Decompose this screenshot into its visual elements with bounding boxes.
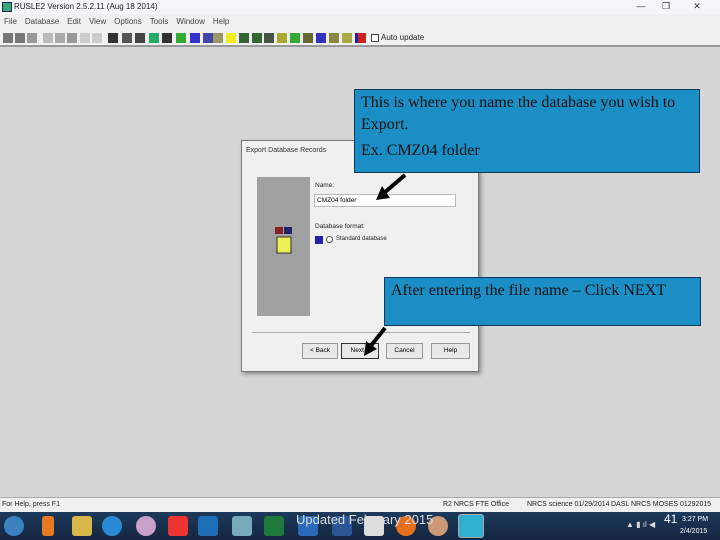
rusle2-taskbar-icon[interactable] bbox=[458, 514, 484, 538]
checkbox-icon[interactable] bbox=[371, 33, 379, 42]
open-icon[interactable] bbox=[15, 33, 25, 43]
name-input[interactable]: CMZ04 folder bbox=[314, 194, 456, 207]
maximize-button[interactable]: ❐ bbox=[655, 0, 677, 12]
menu-edit[interactable]: Edit bbox=[67, 17, 81, 26]
standard-database-label: Standard database bbox=[336, 236, 387, 242]
dialog-title: Export Database Records bbox=[246, 147, 327, 154]
tool-icon[interactable] bbox=[226, 33, 236, 43]
excel-icon[interactable] bbox=[264, 516, 284, 536]
tool-icon[interactable] bbox=[108, 33, 118, 43]
cancel-button[interactable]: Cancel bbox=[386, 343, 423, 359]
window-title: RUSLE2 Version 2.5.2.11 (Aug 18 2014) bbox=[14, 2, 158, 11]
status-help-text: For Help, press F1 bbox=[2, 501, 60, 508]
tool-icon[interactable] bbox=[316, 33, 326, 43]
callout-name-database: This is where you name the database you … bbox=[354, 89, 700, 173]
callout-text: This is where you name the database you … bbox=[361, 94, 676, 133]
menu-file[interactable]: File bbox=[4, 17, 17, 26]
tool-icon[interactable] bbox=[135, 33, 145, 43]
status-item: DASL NRCS MOSES 01292015 bbox=[611, 501, 712, 508]
tool-icon[interactable] bbox=[122, 33, 132, 43]
help-button[interactable]: Help bbox=[431, 343, 470, 359]
menu-view[interactable]: View bbox=[89, 17, 106, 26]
copy-icon[interactable] bbox=[55, 33, 65, 43]
cut-icon[interactable] bbox=[43, 33, 53, 43]
status-item: R2 NRCS FTE Office bbox=[443, 501, 509, 508]
menu-options[interactable]: Options bbox=[114, 17, 142, 26]
tool-icon[interactable] bbox=[252, 33, 262, 43]
tray-icons[interactable]: ▲ ▮ ıl ◀ bbox=[626, 520, 655, 529]
page-number: 41 bbox=[664, 512, 678, 526]
tool-icon[interactable] bbox=[176, 33, 186, 43]
redo-icon[interactable] bbox=[92, 33, 102, 43]
menu-tools[interactable]: Tools bbox=[150, 17, 169, 26]
minimize-button[interactable]: — bbox=[630, 0, 652, 12]
tool-icon[interactable] bbox=[213, 33, 223, 43]
calculator-icon[interactable] bbox=[232, 516, 252, 536]
callout-example: Ex. CMZ04 folder bbox=[361, 142, 480, 159]
clock-date[interactable]: 2/4/2015 bbox=[680, 528, 707, 535]
menu-bar: File Database Edit View Options Tools Window He… bbox=[0, 14, 720, 30]
name-label: Name: bbox=[315, 182, 335, 189]
close-button[interactable]: ✕ bbox=[682, 0, 712, 12]
lync-icon[interactable] bbox=[198, 516, 218, 536]
file-explorer-icon[interactable] bbox=[72, 516, 92, 536]
wizard-image-panel bbox=[257, 177, 310, 316]
standard-database-radio[interactable] bbox=[326, 236, 333, 243]
undo-icon[interactable] bbox=[80, 33, 90, 43]
snipping-tool-icon[interactable] bbox=[136, 516, 156, 536]
tool-icon[interactable] bbox=[264, 33, 274, 43]
back-button[interactable]: < Back bbox=[302, 343, 338, 359]
tool-icon[interactable] bbox=[358, 33, 366, 43]
tool-icon[interactable] bbox=[290, 33, 300, 43]
tool-icon[interactable] bbox=[239, 33, 249, 43]
divider bbox=[252, 332, 470, 333]
new-icon[interactable] bbox=[3, 33, 13, 43]
status-item: NRCS science 01/29/2014 bbox=[527, 501, 610, 508]
save-icon[interactable] bbox=[27, 33, 37, 43]
auto-update-checkbox[interactable]: Auto update bbox=[371, 33, 424, 42]
tool-icon[interactable] bbox=[149, 33, 159, 43]
internet-explorer-icon[interactable] bbox=[102, 516, 122, 536]
tool-icon[interactable] bbox=[342, 33, 352, 43]
tool-icon[interactable] bbox=[190, 33, 200, 43]
updated-overlay: Updated February 2015 bbox=[296, 512, 434, 527]
app-icon bbox=[2, 2, 12, 12]
menu-window[interactable]: Window bbox=[176, 17, 204, 26]
tool-icon[interactable] bbox=[162, 33, 172, 43]
menu-database[interactable]: Database bbox=[25, 17, 59, 26]
database-format-label: Database format: bbox=[315, 223, 365, 230]
taskbar: Updated February 2015 ▲ ▮ ıl ◀ 41 3:27 P… bbox=[0, 512, 720, 540]
tool-icon[interactable] bbox=[277, 33, 287, 43]
start-button[interactable] bbox=[4, 516, 24, 536]
database-format-icon bbox=[315, 236, 323, 244]
tool-icon[interactable] bbox=[329, 33, 339, 43]
export-database-dialog: Export Database Records Name: CMZ04 fold… bbox=[241, 140, 479, 372]
database-icon bbox=[275, 227, 292, 254]
toolbar: Auto update bbox=[0, 30, 720, 47]
tool-icon[interactable] bbox=[303, 33, 313, 43]
media-player-icon[interactable] bbox=[42, 516, 54, 536]
auto-update-label: Auto update bbox=[381, 33, 425, 42]
acrobat-icon[interactable] bbox=[168, 516, 188, 536]
tool-icon[interactable] bbox=[203, 33, 213, 43]
title-bar: RUSLE2 Version 2.5.2.11 (Aug 18 2014) bbox=[0, 0, 720, 14]
status-bar: For Help, press F1 R2 NRCS FTE Office NR… bbox=[0, 497, 720, 512]
clock-time[interactable]: 3:27 PM bbox=[682, 516, 708, 523]
menu-help[interactable]: Help bbox=[213, 17, 229, 26]
callout-text: After entering the file name – Click NEX… bbox=[391, 282, 667, 299]
next-button[interactable]: Next > bbox=[341, 343, 379, 359]
paste-icon[interactable] bbox=[67, 33, 77, 43]
callout-click-next: After entering the file name – Click NEX… bbox=[384, 277, 701, 326]
